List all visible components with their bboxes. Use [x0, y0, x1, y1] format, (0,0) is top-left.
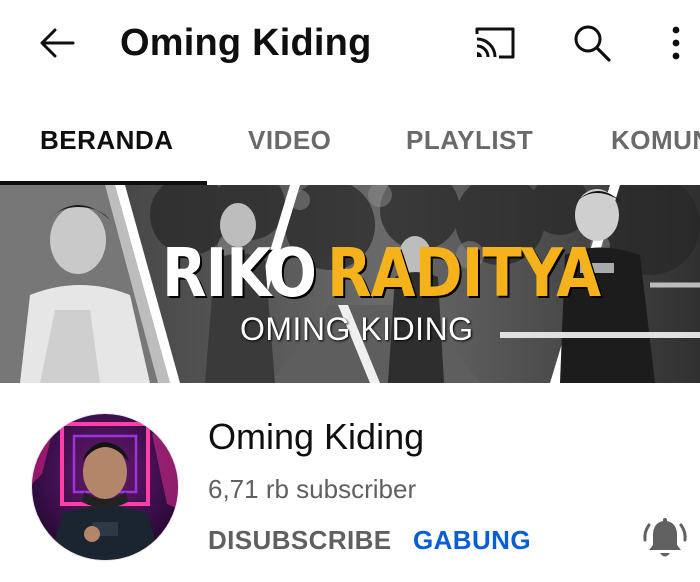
cast-icon	[475, 27, 515, 59]
search-button[interactable]	[566, 16, 618, 70]
more-options-button[interactable]	[656, 16, 696, 70]
more-vert-icon	[672, 26, 680, 60]
channel-name: Oming Kiding	[208, 416, 425, 457]
app-bar-title: Oming Kiding	[120, 22, 372, 64]
tab-komunitas[interactable]: KOMUN	[611, 94, 700, 186]
tab-video[interactable]: VIDEO	[248, 94, 331, 186]
avatar-image	[32, 414, 178, 560]
tab-playlist[interactable]: PLAYLIST	[406, 94, 533, 186]
notification-bell-button[interactable]	[638, 512, 692, 566]
arrow-left-icon	[40, 28, 75, 58]
channel-avatar[interactable]	[32, 414, 178, 560]
banner-subtitle: OMING KIDING	[240, 311, 474, 347]
tab-beranda[interactable]: BERANDA	[40, 94, 174, 186]
unsubscribe-button[interactable]: DISUBSCRIBE	[208, 520, 392, 560]
banner-name-first: RIKO	[162, 233, 317, 313]
back-button[interactable]	[30, 16, 84, 70]
cast-button[interactable]	[466, 16, 524, 70]
app-bar: Oming Kiding	[0, 0, 700, 88]
join-button[interactable]: GABUNG	[413, 520, 531, 560]
bell-ringing-icon	[643, 518, 687, 557]
channel-banner: RIKO RADITYA OMING KIDING	[0, 185, 700, 383]
subscriber-count: 6,71 rb subscriber	[208, 474, 417, 504]
channel-tabs: BERANDA VIDEO PLAYLIST KOMUN	[0, 94, 700, 186]
banner-name-last: RADITYA	[327, 233, 601, 313]
banner-text-group: RIKO RADITYA OMING KIDING	[0, 185, 700, 383]
search-icon	[574, 25, 611, 62]
